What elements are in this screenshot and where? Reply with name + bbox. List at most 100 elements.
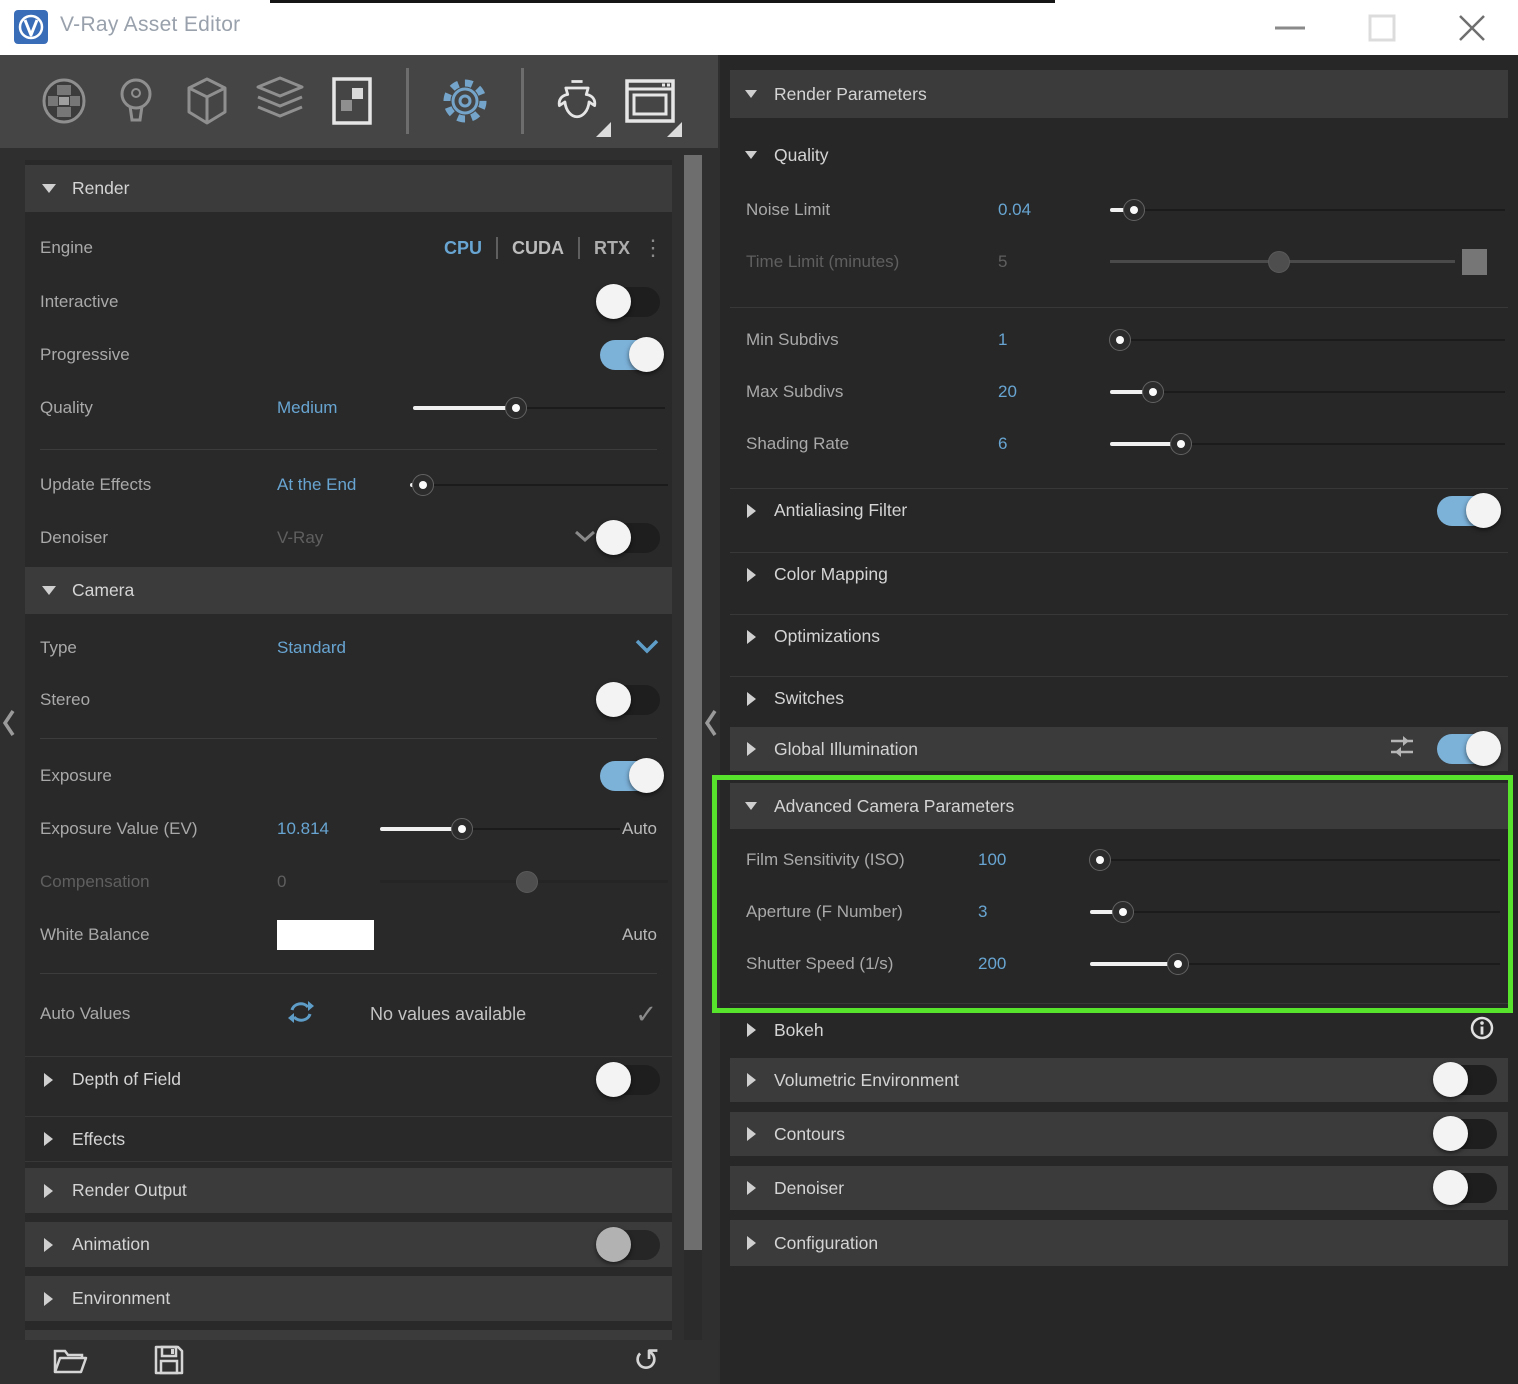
exposure-auto-label[interactable]: Auto bbox=[622, 819, 657, 839]
render-output-header[interactable]: Render Output bbox=[25, 1168, 672, 1213]
expand-triangle-icon bbox=[747, 742, 756, 756]
compensation-slider bbox=[380, 871, 668, 893]
color-mapping-row[interactable]: Color Mapping bbox=[730, 552, 1508, 596]
toolbar-separator bbox=[406, 68, 409, 134]
geometries-icon[interactable] bbox=[181, 75, 233, 127]
quality-slider[interactable] bbox=[413, 397, 665, 419]
min-subdivs-label: Min Subdivs bbox=[746, 330, 839, 350]
left-panel-scrollbar[interactable] bbox=[684, 155, 702, 1340]
section-title: Advanced Camera Parameters bbox=[774, 796, 1014, 817]
expand-triangle-icon bbox=[44, 1132, 53, 1146]
vray-logo-icon bbox=[14, 10, 48, 44]
lights-icon[interactable] bbox=[110, 75, 162, 127]
effects-row[interactable]: Effects bbox=[25, 1116, 672, 1162]
collapse-left-panel-icon[interactable] bbox=[0, 706, 16, 740]
expand-triangle-icon bbox=[747, 1236, 756, 1250]
denoiser-toggle[interactable] bbox=[600, 523, 660, 553]
time-limit-checkbox[interactable] bbox=[1462, 249, 1487, 275]
chevron-down-icon[interactable] bbox=[634, 638, 660, 659]
refresh-icon[interactable] bbox=[287, 998, 315, 1031]
global-illumination-header[interactable]: Global Illumination bbox=[730, 727, 1508, 771]
film-sensitivity-slider[interactable] bbox=[1090, 849, 1500, 871]
layers-icon[interactable] bbox=[254, 75, 306, 127]
divider bbox=[40, 449, 657, 450]
engine-rtx-button[interactable]: RTX bbox=[594, 238, 630, 259]
noise-limit-slider[interactable] bbox=[1110, 199, 1505, 221]
open-folder-icon[interactable] bbox=[52, 1346, 88, 1381]
volumetric-environment-header[interactable]: Volumetric Environment bbox=[730, 1058, 1508, 1102]
frame-buffer-icon[interactable] bbox=[624, 75, 676, 127]
aperture-slider[interactable] bbox=[1090, 901, 1500, 923]
sliders-settings-icon[interactable] bbox=[1389, 735, 1415, 764]
antialiasing-filter-toggle[interactable] bbox=[1437, 496, 1497, 526]
camera-section-header[interactable]: Camera bbox=[25, 567, 672, 614]
check-icon[interactable]: ✓ bbox=[635, 1001, 657, 1027]
maximize-button[interactable] bbox=[1352, 0, 1412, 55]
switches-row[interactable]: Switches bbox=[730, 676, 1508, 720]
engine-cuda-button[interactable]: CUDA bbox=[512, 238, 564, 259]
volumetric-environment-toggle[interactable] bbox=[1437, 1065, 1497, 1095]
max-subdivs-label: Max Subdivs bbox=[746, 382, 843, 402]
materials-icon[interactable] bbox=[38, 75, 90, 127]
advanced-camera-parameters-header[interactable]: Advanced Camera Parameters bbox=[730, 783, 1508, 829]
dropdown-corner-icon bbox=[596, 122, 611, 137]
exposure-toggle[interactable] bbox=[600, 761, 660, 791]
revert-icon[interactable]: ↺ bbox=[633, 1344, 660, 1376]
shading-rate-label: Shading Rate bbox=[746, 434, 849, 454]
contours-toggle[interactable] bbox=[1437, 1119, 1497, 1149]
white-balance-auto-label[interactable]: Auto bbox=[622, 925, 657, 945]
engine-menu-dots-icon[interactable]: ⋮ bbox=[642, 237, 664, 259]
white-balance-swatch[interactable] bbox=[277, 920, 374, 950]
auto-values-label: Auto Values bbox=[40, 1004, 130, 1024]
expand-triangle-icon bbox=[44, 1238, 53, 1252]
stereo-toggle[interactable] bbox=[600, 685, 660, 715]
depth-of-field-row[interactable]: Depth of Field bbox=[25, 1056, 672, 1102]
shading-rate-slider[interactable] bbox=[1110, 433, 1505, 455]
render-teapot-icon[interactable] bbox=[551, 75, 603, 127]
global-illumination-toggle[interactable] bbox=[1437, 734, 1497, 764]
scrollbar-thumb[interactable] bbox=[684, 155, 702, 1250]
engine-selector: CPU CUDA RTX ⋮ bbox=[444, 237, 664, 259]
shutter-speed-row: Shutter Speed (1/s) 200 bbox=[730, 944, 1508, 984]
antialiasing-filter-row[interactable]: Antialiasing Filter bbox=[730, 488, 1508, 532]
update-effects-slider[interactable] bbox=[410, 474, 668, 496]
contours-header[interactable]: Contours bbox=[730, 1112, 1508, 1156]
render-section-header[interactable]: Render bbox=[25, 165, 672, 212]
settings-gear-icon[interactable] bbox=[439, 75, 491, 127]
exposure-value: 10.814 bbox=[277, 819, 329, 839]
animation-toggle[interactable] bbox=[600, 1230, 660, 1260]
minimize-button[interactable] bbox=[1260, 0, 1320, 55]
progressive-row: Progressive bbox=[25, 335, 672, 375]
shutter-speed-slider[interactable] bbox=[1090, 953, 1500, 975]
expand-triangle-icon bbox=[747, 1073, 756, 1087]
quality-section-header[interactable]: Quality bbox=[730, 132, 1508, 178]
render-parameters-header[interactable]: Render Parameters bbox=[730, 70, 1508, 118]
environment-header[interactable]: Environment bbox=[25, 1276, 672, 1321]
close-button[interactable] bbox=[1442, 0, 1502, 55]
bokeh-label: Bokeh bbox=[774, 1020, 824, 1041]
info-icon[interactable] bbox=[1470, 1016, 1494, 1045]
optimizations-row[interactable]: Optimizations bbox=[730, 614, 1508, 658]
depth-of-field-toggle[interactable] bbox=[600, 1065, 660, 1095]
progressive-toggle[interactable] bbox=[600, 340, 660, 370]
save-icon[interactable] bbox=[153, 1344, 185, 1381]
collapse-right-panel-icon[interactable] bbox=[702, 706, 718, 740]
animation-header[interactable]: Animation bbox=[25, 1222, 672, 1267]
interactive-toggle[interactable] bbox=[600, 287, 660, 317]
exposure-value-slider[interactable] bbox=[380, 818, 620, 840]
denoiser-section-toggle[interactable] bbox=[1437, 1173, 1497, 1203]
shutter-speed-value: 200 bbox=[978, 954, 1006, 974]
denoiser-header[interactable]: Denoiser bbox=[730, 1166, 1508, 1210]
max-subdivs-slider[interactable] bbox=[1110, 381, 1505, 403]
film-sensitivity-row: Film Sensitivity (ISO) 100 bbox=[730, 840, 1508, 880]
background-window-edge bbox=[270, 0, 1055, 3]
depth-of-field-label: Depth of Field bbox=[72, 1069, 181, 1090]
collapse-triangle-icon bbox=[745, 151, 757, 159]
textures-icon[interactable] bbox=[326, 75, 378, 127]
chevron-down-icon[interactable] bbox=[573, 529, 597, 548]
engine-cpu-button[interactable]: CPU bbox=[444, 238, 482, 259]
configuration-header[interactable]: Configuration bbox=[730, 1220, 1508, 1266]
bokeh-row[interactable]: Bokeh bbox=[730, 1010, 1508, 1050]
min-subdivs-slider[interactable] bbox=[1112, 329, 1505, 351]
section-title: Camera bbox=[72, 580, 134, 601]
